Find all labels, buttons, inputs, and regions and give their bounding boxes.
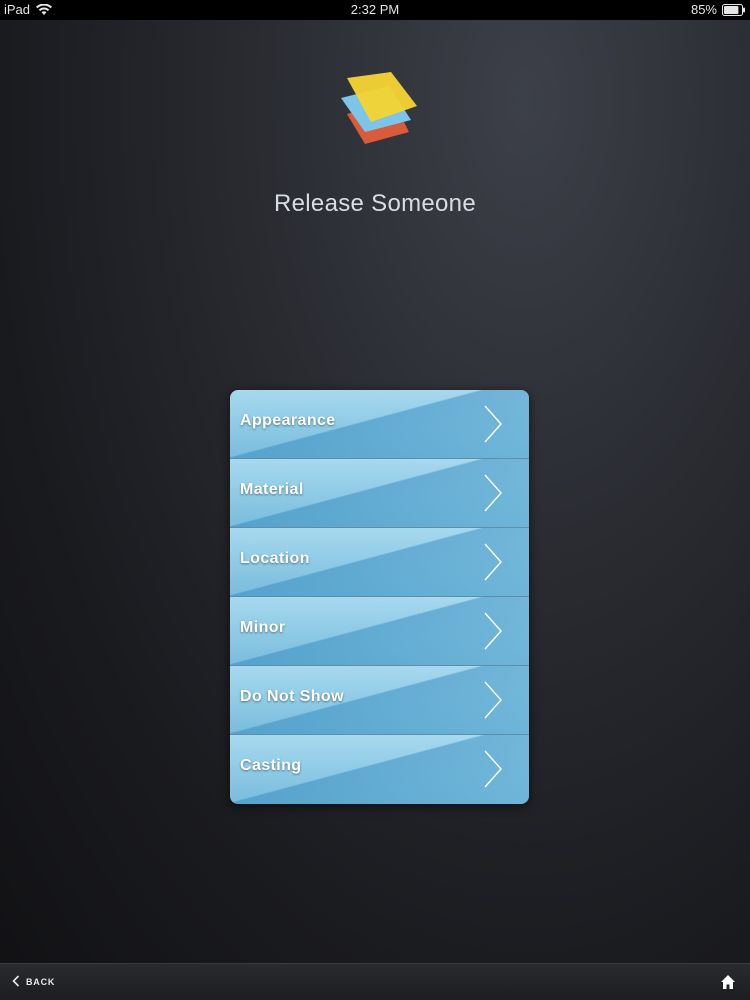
- menu-item-label: Minor: [240, 619, 286, 636]
- menu-item-label: Material: [240, 481, 304, 498]
- back-button[interactable]: BACK: [12, 964, 55, 1000]
- menu-item-do-not-show[interactable]: Do Not Show: [230, 666, 529, 735]
- battery-icon: [722, 4, 746, 16]
- menu-item-appearance[interactable]: Appearance: [230, 390, 529, 459]
- menu-item-label: Appearance: [240, 412, 336, 429]
- menu-item-label: Do Not Show: [240, 688, 344, 705]
- battery-percent: 85%: [690, 2, 717, 17]
- chevron-right-icon: [483, 750, 503, 788]
- menu-item-label: Location: [240, 550, 310, 567]
- status-bar: iPad 2:32 PM 85%: [0, 0, 750, 20]
- page-title: Release Someone: [274, 190, 476, 217]
- chevron-right-icon: [483, 474, 503, 512]
- menu-item-location[interactable]: Location: [230, 528, 529, 597]
- bottom-toolbar: BACK: [0, 963, 750, 1000]
- back-label: BACK: [26, 977, 56, 987]
- menu-item-label: Casting: [240, 757, 302, 774]
- chevron-right-icon: [483, 405, 503, 443]
- home-icon[interactable]: [720, 974, 736, 990]
- chevron-right-icon: [483, 543, 503, 581]
- chevron-left-icon: [12, 975, 20, 989]
- app-screen: iPad 2:32 PM 85% Release Someone Appeara…: [0, 0, 750, 1000]
- chevron-right-icon: [483, 681, 503, 719]
- menu-item-material[interactable]: Material: [230, 459, 529, 528]
- menu-item-casting[interactable]: Casting: [230, 735, 529, 804]
- status-time: 2:32 PM: [350, 2, 400, 17]
- status-right: 85%: [691, 0, 746, 20]
- release-type-menu: Appearance Material Location Minor Do No…: [230, 390, 529, 804]
- menu-item-minor[interactable]: Minor: [230, 597, 529, 666]
- chevron-right-icon: [483, 612, 503, 650]
- app-logo: [335, 70, 425, 150]
